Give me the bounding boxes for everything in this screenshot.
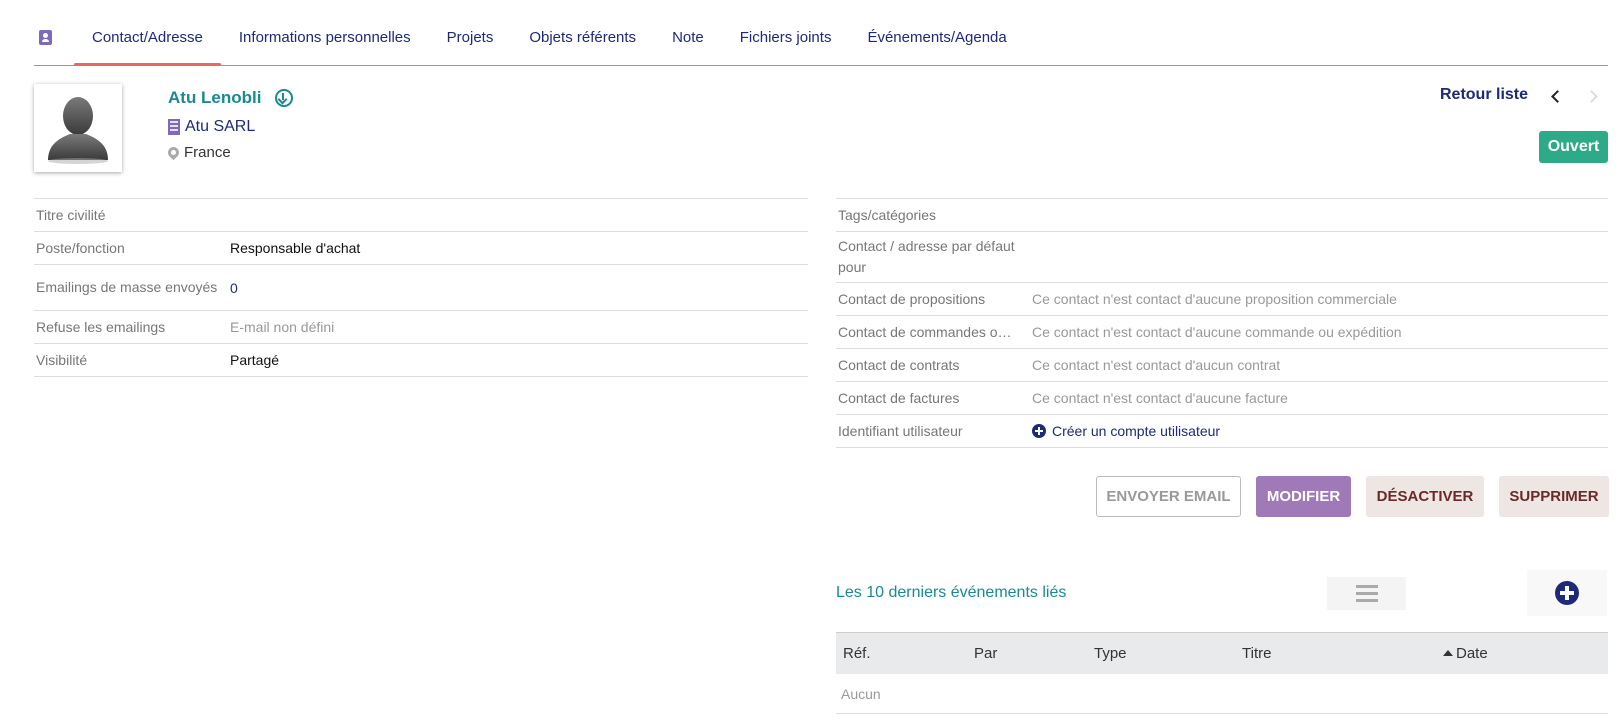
field-label: Contact de commandes o… [838,323,1012,340]
field-value: Partagé [230,352,280,368]
contact-card-icon [34,22,74,52]
tab-evenements-agenda[interactable]: Événements/Agenda [849,22,1024,65]
field-label: Visibilité [36,351,88,368]
field-label: Poste/fonction [36,239,125,256]
disable-button[interactable]: DÉSACTIVER [1366,476,1484,517]
hamburger-icon-line [1355,585,1378,588]
field-row-contact-commandes: Contact de commandes o… Ce contact n'est… [836,316,1608,349]
field-value: Ce contact n'est contact d'aucun contrat [1032,357,1281,373]
tab-bar: Contact/Adresse Informations personnelle… [34,22,1608,66]
add-event-button[interactable] [1527,570,1607,616]
plus-circle-icon [1555,581,1579,605]
field-value: Ce contact n'est contact d'aucune comman… [1032,324,1402,340]
field-label: Emailings de masse envoyés [36,279,218,295]
events-section-title: Les 10 derniers événements liés [836,584,1067,601]
sort-ascending-icon [1443,650,1453,656]
column-header-par[interactable]: Par [974,645,997,662]
contact-fields-left: Titre civilité Poste/fonction Responsabl… [34,198,808,377]
plus-circle-icon [1032,424,1046,438]
field-row-emailings-masse: Emailings de masse envoyés 0 [34,265,808,311]
download-icon[interactable] [275,89,294,107]
column-header-type[interactable]: Type [1094,645,1127,662]
tab-objets-referents[interactable]: Objets référents [511,22,654,65]
previous-record-button[interactable] [1548,86,1566,106]
column-header-titre[interactable]: Titre [1242,645,1271,662]
events-table-header: Réf. Par Type Titre Date [836,632,1608,674]
create-user-account-link[interactable]: Créer un compte utilisateur [1032,423,1220,439]
delete-button[interactable]: SUPPRIMER [1499,476,1609,517]
column-header-date-label[interactable]: Date [1456,645,1488,662]
field-row-contact-defaut: Contact / adresse par défaut pour [836,232,1608,283]
tab-fichiers-joints[interactable]: Fichiers joints [722,22,850,65]
field-row-tags-categories: Tags/catégories [836,199,1608,232]
chevron-left-icon [1550,89,1564,103]
country: France [165,144,231,161]
field-row-identifiant-utilisateur: Identifiant utilisateur Créer un compte … [836,415,1608,448]
field-label: Titre civilité [36,206,106,223]
events-table: Réf. Par Type Titre Date Aucun [836,632,1608,714]
field-label: Contact de contrats [838,356,960,373]
field-value: Responsable d'achat [230,240,361,256]
contact-name: Atu Lenobli [168,88,294,108]
field-row-refuse-emailings: Refuse les emailings E-mail non défini [34,311,808,344]
tab-informations-personnelles[interactable]: Informations personnelles [221,22,429,65]
tab-projets[interactable]: Projets [429,22,512,65]
field-label: Contact / adresse par défaut pour [838,238,1015,275]
send-email-button[interactable]: ENVOYER EMAIL [1096,476,1241,517]
field-row-poste-fonction: Poste/fonction Responsable d'achat [34,232,808,265]
next-record-button[interactable] [1582,86,1600,106]
modify-button[interactable]: MODIFIER [1256,476,1351,517]
tab-note[interactable]: Note [654,22,722,65]
field-row-contact-propositions: Contact de propositions Ce contact n'est… [836,283,1608,316]
tab-contact-adresse[interactable]: Contact/Adresse [74,22,221,66]
field-row-visibilite: Visibilité Partagé [34,344,808,377]
hamburger-icon-line [1355,592,1378,595]
person-silhouette-icon [48,97,108,164]
field-value: E-mail non défini [230,319,335,335]
field-value: Ce contact n'est contact d'aucune propos… [1032,291,1397,307]
column-header-date[interactable]: Date [1443,645,1488,662]
map-pin-icon [165,144,182,161]
table-row-empty: Aucun [836,674,1608,714]
contact-name-text: Atu Lenobli [168,88,262,107]
contact-fields-right: Tags/catégories Contact / adresse par dé… [836,198,1608,448]
building-icon [168,119,180,135]
status-badge: Ouvert [1539,131,1608,163]
field-label: Tags/catégories [838,206,937,223]
list-view-button[interactable] [1327,577,1406,610]
field-row-contact-factures: Contact de factures Ce contact n'est con… [836,382,1608,415]
field-row-contact-contrats: Contact de contrats Ce contact n'est con… [836,349,1608,382]
company-link[interactable]: Atu SARL [168,118,255,136]
field-label: Contact de propositions [838,290,986,307]
field-label: Identifiant utilisateur [838,422,963,439]
create-user-account-label[interactable]: Créer un compte utilisateur [1052,423,1220,439]
chevron-right-icon [1584,89,1598,103]
back-to-list-link[interactable]: Retour liste [1440,86,1528,104]
field-row-titre-civilite: Titre civilité [34,199,808,232]
avatar[interactable] [34,84,122,172]
field-value: Ce contact n'est contact d'aucune factur… [1032,390,1288,406]
country-name: France [184,144,231,161]
company-name[interactable]: Atu SARL [185,118,255,136]
field-label: Contact de factures [838,389,960,406]
field-label: Refuse les emailings [36,318,166,335]
hamburger-icon-line [1355,599,1378,602]
column-header-ref[interactable]: Réf. [843,645,871,662]
field-value-link[interactable]: 0 [230,280,238,296]
